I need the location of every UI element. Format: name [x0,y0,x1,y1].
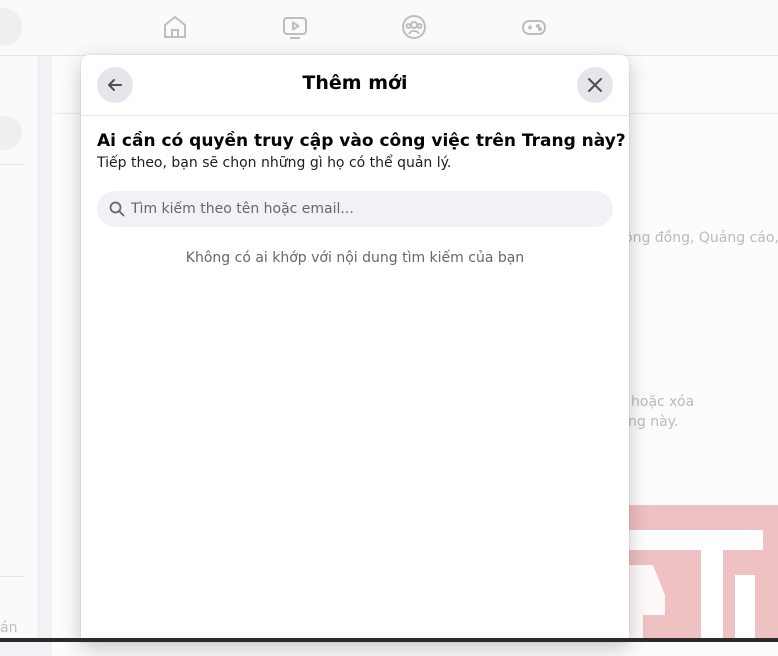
no-results-message: Không có ai khớp với nội dung tìm kiếm c… [185,250,525,266]
watermark-logo [623,505,778,642]
search-icon [109,201,125,217]
top-search-pill[interactable] [0,8,22,46]
add-new-dialog: Thêm mới Ai cần có quyền truy cập vào cô… [81,55,629,642]
sidebar-divider [0,576,24,577]
dialog-title: Thêm mới [302,72,408,94]
sidebar-pill[interactable] [0,116,22,150]
groups-icon[interactable] [400,13,428,41]
background-left-text: án [0,620,18,636]
search-box[interactable] [97,191,613,227]
sidebar-divider [0,164,24,165]
background-text: ộng đồng, Quảng cáo, [624,230,778,246]
access-question: Ai cần có quyền truy cập vào công việc t… [97,131,626,151]
top-navigation-bar [0,0,778,56]
background-text: hoặc xóa [631,394,695,410]
home-icon[interactable] [161,13,189,41]
background-text: ng này. [628,414,679,430]
gaming-icon[interactable] [520,13,548,41]
dialog-header: Thêm mới [81,55,629,116]
bottom-edge [0,638,778,642]
close-button[interactable] [577,67,613,103]
left-sidebar [0,56,39,642]
search-input[interactable] [131,201,613,217]
video-icon[interactable] [281,13,309,41]
access-subtext: Tiếp theo, bạn sẽ chọn những gì họ có th… [97,155,452,171]
close-icon [585,75,605,95]
